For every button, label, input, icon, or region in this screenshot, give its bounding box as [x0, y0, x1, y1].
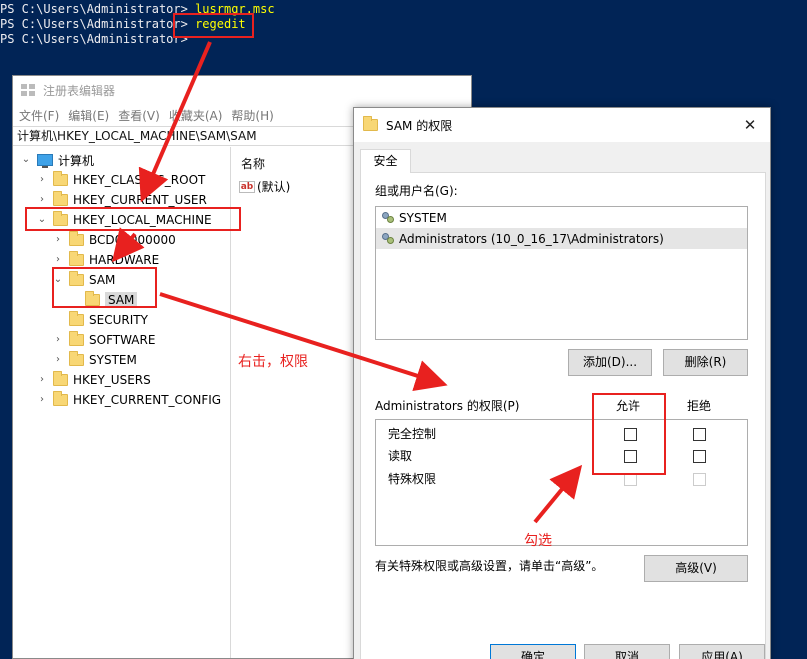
tree-item-label: HKEY_USERS — [73, 373, 151, 387]
tree-item-hkcc[interactable]: › HKEY_CURRENT_CONFIG — [35, 390, 221, 410]
console-prompt: PS C:\Users\Administrator> — [0, 32, 196, 46]
advanced-button[interactable]: 高级(V) — [644, 555, 748, 582]
folder-icon — [69, 351, 84, 366]
users-icon — [381, 232, 397, 246]
annotation-right-click: 右击，权限 — [238, 354, 308, 370]
cancel-button[interactable]: 取消 — [584, 644, 670, 659]
tree-item-system[interactable]: › SYSTEM — [51, 350, 137, 370]
expand-icon[interactable]: › — [35, 373, 49, 387]
deny-read-checkbox[interactable] — [693, 450, 706, 463]
menu-help[interactable]: 帮助(H) — [231, 107, 273, 124]
value-row-default[interactable]: ab (默认) — [239, 178, 290, 195]
console-line: PS C:\Users\Administrator> lusrmgr.msc — [0, 2, 807, 17]
regedit-title: 注册表编辑器 — [43, 83, 116, 98]
permissions-label: Administrators 的权限(P) — [375, 399, 520, 413]
user-listbox[interactable]: SYSTEM Administrators (10_0_16_17\Admini… — [375, 206, 748, 340]
user-name: Administrators (10_0_16_17\Administrator… — [399, 231, 664, 246]
expand-icon[interactable]: › — [51, 353, 65, 367]
ok-button[interactable]: 确定 — [490, 644, 576, 659]
permissions-dialog: SAM 的权限 ✕ 安全 组或用户名(G): SYSTEM Administra… — [353, 107, 771, 659]
tree-item-hku[interactable]: › HKEY_USERS — [35, 370, 151, 390]
annotation-check: 勾选 — [524, 533, 552, 549]
expand-icon[interactable]: › — [35, 393, 49, 407]
folder-icon — [69, 311, 84, 326]
tab-security[interactable]: 安全 — [360, 149, 411, 173]
group-user-label: 组或用户名(G): — [375, 184, 458, 198]
folder-icon — [69, 331, 84, 346]
expand-icon[interactable]: › — [51, 333, 65, 347]
highlight-sam — [52, 267, 157, 308]
expand-icon[interactable]: › — [51, 253, 65, 267]
expand-icon[interactable]: › — [51, 233, 65, 247]
deny-full-control-checkbox[interactable] — [693, 428, 706, 441]
permission-read: 读取 — [388, 449, 413, 463]
menu-view[interactable]: 查看(V) — [118, 107, 160, 124]
permission-special: 特殊权限 — [388, 472, 437, 486]
tree-item-label: HKEY_CLASSES_ROOT — [73, 173, 206, 187]
dialog-titlebar[interactable]: SAM 的权限 — [354, 108, 770, 142]
tree-item-computer[interactable]: ⌄ 计算机 — [19, 150, 94, 170]
folder-icon — [69, 251, 84, 266]
tree-item-label: HKEY_CURRENT_CONFIG — [73, 393, 222, 407]
tree-item-label: 计算机 — [58, 153, 95, 168]
user-name: SYSTEM — [399, 210, 447, 225]
list-item-administrators[interactable]: Administrators (10_0_16_17\Administrator… — [376, 228, 747, 249]
console-prompt: PS C:\Users\Administrator> — [0, 17, 196, 31]
tree-item-bcd[interactable]: › BCD00000000 — [51, 230, 176, 250]
menu-favorites[interactable]: 收藏夹(A) — [169, 107, 223, 124]
menu-edit[interactable]: 编辑(E) — [68, 107, 109, 124]
add-button[interactable]: 添加(D)... — [568, 349, 652, 376]
list-item-system[interactable]: SYSTEM — [376, 207, 747, 228]
tree-item-label: HKEY_CURRENT_USER — [73, 193, 207, 207]
console-line: PS C:\Users\Administrator> — [0, 32, 807, 47]
users-icon — [381, 211, 397, 225]
string-value-icon: ab — [239, 180, 255, 193]
deny-column-header: 拒绝 — [687, 399, 712, 413]
expand-icon[interactable]: › — [35, 173, 49, 187]
powershell-console: PS C:\Users\Administrator> lusrmgr.msc P… — [0, 0, 807, 75]
tree-item-hkcr[interactable]: › HKEY_CLASSES_ROOT — [35, 170, 205, 190]
computer-icon — [37, 154, 53, 168]
dialog-title: SAM 的权限 — [386, 118, 453, 133]
tree-item-label: SYSTEM — [89, 353, 137, 367]
permission-full-control: 完全控制 — [388, 427, 437, 441]
close-icon[interactable]: ✕ — [740, 115, 760, 135]
regedit-titlebar[interactable]: 注册表编辑器 — [13, 76, 471, 104]
folder-icon — [53, 171, 68, 186]
folder-icon — [53, 191, 68, 206]
tree-item-label: HARDWARE — [89, 253, 160, 267]
tree-item-security[interactable]: SECURITY — [69, 310, 148, 330]
remove-button[interactable]: 删除(R) — [663, 349, 748, 376]
regedit-app-icon — [21, 84, 35, 96]
folder-icon — [53, 371, 68, 386]
console-line: PS C:\Users\Administrator> regedit — [0, 17, 807, 32]
tree-item-label: SECURITY — [89, 313, 148, 327]
tree-item-label: SOFTWARE — [89, 333, 156, 347]
expand-icon[interactable]: › — [35, 193, 49, 207]
console-prompt: PS C:\Users\Administrator> — [0, 2, 196, 16]
apply-button[interactable]: 应用(A) — [679, 644, 765, 659]
permissions-table: 完全控制 读取 特殊权限 — [375, 419, 748, 546]
collapse-icon[interactable]: ⌄ — [19, 153, 33, 167]
tree-item-software[interactable]: › SOFTWARE — [51, 330, 155, 350]
folder-icon — [53, 391, 68, 406]
deny-special-checkbox — [693, 473, 706, 486]
advanced-hint-text: 有关特殊权限或高级设置，请单击“高级”。 — [375, 559, 604, 573]
menu-file[interactable]: 文件(F) — [19, 107, 59, 124]
highlight-regedit-command — [173, 13, 254, 38]
folder-icon — [69, 231, 84, 246]
folder-icon — [363, 116, 378, 131]
value-name: (默认) — [257, 180, 291, 194]
column-header-name[interactable]: 名称 — [241, 155, 265, 172]
highlight-hklm — [25, 207, 241, 231]
highlight-allow-column — [592, 393, 666, 475]
tree-item-label: BCD00000000 — [89, 233, 176, 247]
